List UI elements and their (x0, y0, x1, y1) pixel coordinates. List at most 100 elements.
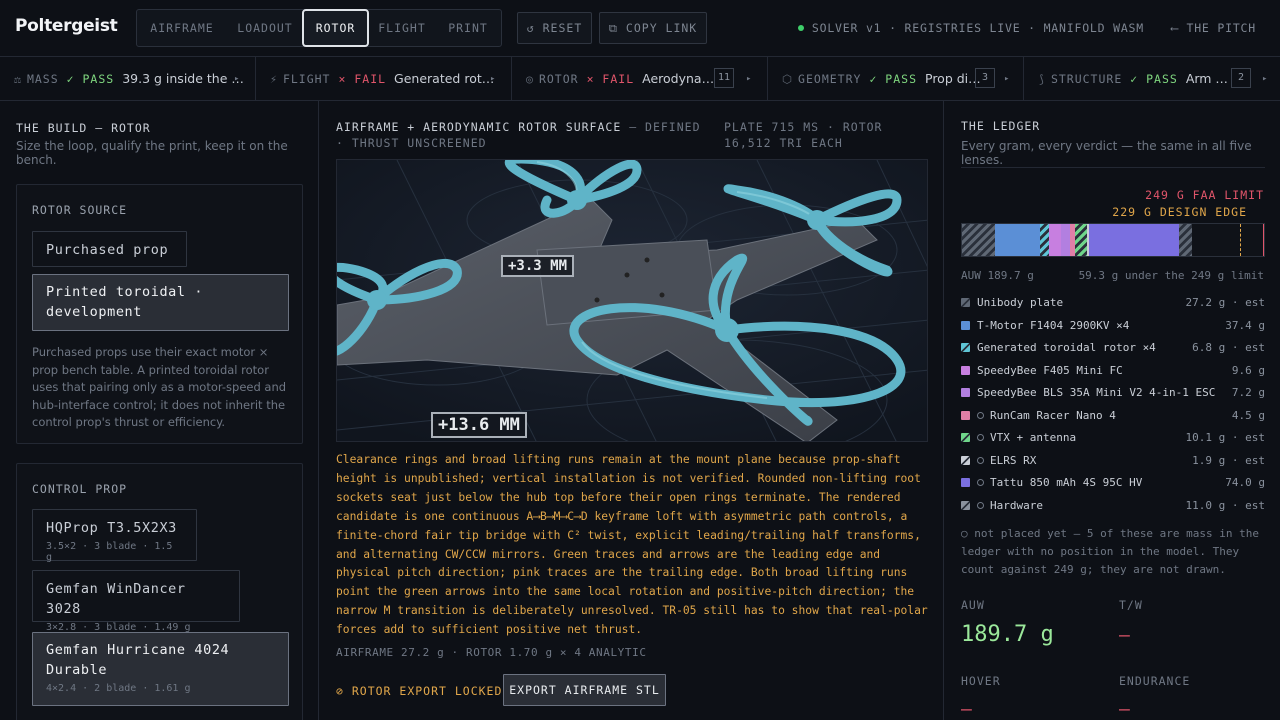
check-rotor[interactable]: ◎ ROTOR × FAIL Aerodyna… 11 ▸ (512, 57, 768, 101)
ledger-item-name: ELRS RX (990, 453, 1037, 467)
ledger-row[interactable]: RunCam Racer Nano 4 4.5 g (961, 407, 1265, 425)
top-bar: Poltergeist AIRFRAME LOADOUT ROTOR FLIGH… (0, 0, 1280, 57)
reset-icon: ↺ (526, 21, 535, 35)
rotor-option-purchased[interactable]: Purchased prop (32, 231, 187, 267)
tab-loadout[interactable]: LOADOUT (227, 10, 303, 46)
auw-stat-value: 189.7 g (961, 622, 1054, 647)
tab-flight[interactable]: FLIGHT (370, 10, 434, 46)
check-name: ROTOR (538, 72, 579, 86)
dimension-label-large: +13.6 MM (431, 412, 527, 438)
tab-print[interactable]: PRINT (435, 10, 501, 46)
ledger-item-label: T-Motor F1404 2900KV ×4 (977, 317, 1129, 335)
status-dot-icon (797, 25, 804, 31)
arrow-left-icon: ⟵ (1171, 21, 1187, 35)
ledger-item-name: VTX + antenna (990, 431, 1077, 444)
verdict-text: PASS (885, 72, 917, 86)
app-logo[interactable]: Poltergeist (15, 16, 118, 36)
check-strip: ⚖ MASS ✓ PASS 39.3 g inside the … ▸ ⚡ FLIGHT… (0, 57, 1280, 101)
bracket-icon: ⟆ (1038, 72, 1045, 86)
bar-seg-vtx (1075, 224, 1087, 256)
tw-stat-value: — (1119, 625, 1130, 646)
ledger-row[interactable]: VTX + antenna 10.1 g · est (961, 429, 1265, 447)
ledger-item-name: RunCam Racer Nano 4 (990, 408, 1116, 422)
check-flight[interactable]: ⚡ FLIGHT × FAIL Generated rot… ▸ (256, 57, 512, 101)
bar-seg-hardware (1179, 224, 1192, 256)
ledger-item-label: Generated toroidal rotor ×4 (977, 339, 1156, 357)
option-meta: 3.5×2 · 3 blade · 1.5 g (46, 541, 173, 563)
hover-stat-label: HOVER (961, 674, 1001, 688)
3d-viewport[interactable]: +3.3 MM +13.6 MM (336, 159, 928, 442)
ledger-row[interactable]: Generated toroidal rotor ×4 6.8 g · est (961, 339, 1265, 357)
rotor-description: Clearance rings and broad lifting runs r… (336, 453, 928, 637)
solver-status: SOLVER v1 · REGISTRIES LIVE · MANIFOLD W… (797, 21, 1144, 35)
expand-arrow-icon: ▸ (1004, 74, 1010, 84)
prop-option-windancer[interactable]: Gemfan WinDancer 3028 3×2.8 · 3 blade · … (32, 570, 240, 633)
ledger-row[interactable]: ELRS RX 1.9 g · est (961, 452, 1265, 470)
bar-seg-fc (1049, 224, 1061, 256)
bar-seg-plate (962, 224, 995, 256)
unplaced-note-text: not placed yet — 5 of these are mass in … (961, 527, 1260, 576)
color-swatch (961, 433, 970, 442)
prop-option-hqprop[interactable]: HQProp T3.5X2X3 3.5×2 · 3 blade · 1.5 g (32, 509, 197, 563)
color-swatch (961, 365, 970, 375)
rotor-hub (367, 290, 387, 310)
option-label: Purchased prop (46, 242, 169, 258)
check-detail: Aerodyna… (642, 71, 715, 86)
pitch-link[interactable]: ⟵ THE PITCH (1171, 21, 1256, 35)
reset-label: RESET (542, 21, 583, 35)
color-swatch (961, 410, 970, 420)
viewer-title: AIRFRAME + AERODYNAMIC ROTOR SURFACE — D… (336, 119, 706, 151)
ledger-item-label: Unibody plate (977, 294, 1063, 312)
ledger-item-label: SpeedyBee BLS 35A Mini V2 4-in-1 ESC (977, 384, 1215, 402)
bar-seg-battery (1089, 224, 1179, 256)
ledger-row[interactable]: Tattu 850 mAh 4S 95C HV 74.0 g (961, 474, 1265, 492)
check-mass[interactable]: ⚖ MASS ✓ PASS 39.3 g inside the … ▸ (0, 57, 256, 101)
tw-stat-label: T/W (1119, 598, 1143, 612)
ledger-row[interactable]: Unibody plate 27.2 g · est (961, 294, 1265, 312)
not-placed-ring-icon (977, 479, 984, 486)
export-airframe-button[interactable]: EXPORT AIRFRAME STL (503, 674, 666, 706)
ledger-row[interactable]: Hardware 11.0 g · est (961, 497, 1265, 515)
ledger-row[interactable]: T-Motor F1404 2900KV ×4 37.4 g (961, 317, 1265, 335)
check-verdict: ✓ PASS (1130, 72, 1178, 86)
tab-airframe[interactable]: AIRFRAME (138, 10, 226, 46)
ledger-row[interactable]: SpeedyBee F405 Mini FC 9.6 g (961, 362, 1265, 380)
bolt-icon: ⚡ (270, 72, 277, 86)
prop-option-hurricane[interactable]: Gemfan Hurricane 4024 Durable 4×2.4 · 2 … (32, 632, 289, 706)
app-root: Poltergeist AIRFRAME LOADOUT ROTOR FLIGH… (0, 0, 1280, 720)
ledger-row[interactable]: SpeedyBee BLS 35A Mini V2 4-in-1 ESC 7.2 … (961, 384, 1265, 402)
rotor-hub (567, 190, 587, 210)
ledger-item-value: 10.1 g · est (1185, 431, 1265, 444)
color-swatch (961, 298, 970, 307)
not-placed-ring-icon (977, 456, 984, 464)
option-meta: 4×2.4 · 2 blade · 1.61 g (46, 683, 191, 694)
check-name: GEOMETRY (798, 72, 862, 86)
copy-link-button[interactable]: ⧉ COPY LINK (599, 12, 707, 44)
endurance-stat-value: — (1119, 699, 1130, 720)
hover-stat-value: — (961, 699, 972, 720)
ledger-item-label: Hardware (977, 497, 1043, 515)
check-structure[interactable]: ⟆ STRUCTURE ✓ PASS Arm … 2 ▸ (1024, 57, 1280, 101)
verdict-text: PASS (1146, 72, 1178, 86)
rotor-option-printed[interactable]: Printed toroidal · development (32, 274, 289, 331)
export-lock-status: ⊘ ROTOR EXPORT LOCKED (336, 684, 502, 698)
auw-readout: AUW 189.7 g (961, 269, 1034, 282)
rotor-hub (807, 210, 827, 230)
ledger-title: THE LEDGER (961, 119, 1041, 133)
issue-count-badge: 2 (1231, 68, 1251, 88)
build-panel: THE BUILD — ROTOR Size the loop, qualify… (0, 101, 319, 720)
verdict-text: FAIL (354, 72, 387, 86)
tab-rotor[interactable]: ROTOR (302, 9, 369, 47)
ledger-panel: THE LEDGER Every gram, every verdict — t… (945, 101, 1280, 720)
not-placed-ring-icon (977, 501, 984, 509)
expand-arrow-icon: ▸ (746, 74, 752, 84)
option-label: Gemfan WinDancer 3028 (46, 581, 186, 617)
reset-button[interactable]: ↺ RESET (517, 12, 592, 44)
margin-readout: 59.3 g under the 249 g limit (1078, 269, 1264, 282)
check-geometry[interactable]: ⬡ GEOMETRY ✓ PASS Prop di… 3 ▸ (768, 57, 1024, 101)
rotor-source-note: Purchased props use their exact motor × … (32, 345, 287, 429)
check-name: STRUCTURE (1050, 72, 1123, 86)
design-edge-label: 229 G DESIGN EDGE (1112, 205, 1247, 219)
not-placed-ring-icon (977, 411, 984, 419)
ledger-item-label: RunCam Racer Nano 4 (977, 407, 1116, 425)
